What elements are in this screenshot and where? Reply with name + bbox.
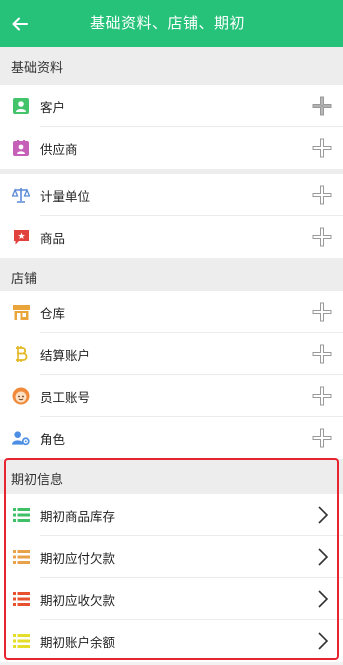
list-item-opening-payable[interactable]: 期初应付欠款 bbox=[0, 536, 343, 578]
list-item-role[interactable]: 角色 bbox=[0, 417, 343, 459]
product-tag-icon bbox=[12, 228, 30, 246]
add-plus-icon[interactable] bbox=[311, 301, 333, 323]
list-item-label: 供应商 bbox=[40, 141, 78, 157]
list-icon bbox=[12, 548, 30, 566]
list-item-employee-account[interactable]: 员工账号 bbox=[0, 375, 343, 417]
back-button[interactable] bbox=[2, 0, 38, 47]
list-item-label: 商品 bbox=[40, 230, 66, 246]
chevron-right-icon[interactable] bbox=[311, 630, 333, 652]
list-item-opening-stock[interactable]: 期初商品库存 bbox=[0, 494, 343, 536]
back-arrow-icon bbox=[12, 17, 28, 30]
add-plus-icon[interactable] bbox=[311, 184, 333, 206]
balance-scale-icon bbox=[12, 186, 30, 204]
list-item-opening-receivable[interactable]: 期初应收欠款 bbox=[0, 578, 343, 620]
list-item-settlement-account[interactable]: 结算账户 bbox=[0, 333, 343, 375]
list-item-label: 期初应收欠款 bbox=[40, 592, 116, 608]
list-item-customer[interactable]: 客户 bbox=[0, 85, 343, 127]
add-plus-icon[interactable] bbox=[311, 226, 333, 248]
list-item-label: 计量单位 bbox=[40, 188, 91, 204]
list-item-label: 角色 bbox=[40, 431, 66, 447]
list-icon bbox=[12, 590, 30, 608]
chevron-right-icon[interactable] bbox=[311, 588, 333, 610]
employee-face-icon bbox=[12, 387, 30, 405]
list-item-label: 期初账户余额 bbox=[40, 634, 116, 650]
chevron-right-icon[interactable] bbox=[311, 546, 333, 568]
add-plus-icon[interactable] bbox=[311, 343, 333, 365]
add-plus-icon[interactable] bbox=[311, 385, 333, 407]
list-item-label: 仓库 bbox=[40, 305, 66, 321]
list-item-label: 期初商品库存 bbox=[40, 508, 116, 524]
section-header-opening: 期初信息 bbox=[0, 459, 343, 497]
warehouse-icon bbox=[12, 303, 30, 321]
add-plus-icon[interactable] bbox=[311, 427, 333, 449]
list-item-warehouse[interactable]: 仓库 bbox=[0, 291, 343, 333]
list-item-opening-account-balance[interactable]: 期初账户余额 bbox=[0, 620, 343, 662]
list-item-unit[interactable]: 计量单位 bbox=[0, 174, 343, 216]
role-settings-icon bbox=[12, 429, 30, 447]
list-item-product[interactable]: 商品 bbox=[0, 216, 343, 258]
app-header: 基础资料、店铺、期初 bbox=[0, 0, 343, 47]
bitcoin-icon bbox=[12, 345, 30, 363]
chevron-right-icon[interactable] bbox=[311, 504, 333, 526]
add-plus-icon[interactable] bbox=[311, 137, 333, 159]
section-header-basic: 基础资料 bbox=[0, 47, 343, 85]
person-card-icon bbox=[12, 97, 30, 115]
list-icon bbox=[12, 632, 30, 650]
list-item-supplier[interactable]: 供应商 bbox=[0, 127, 343, 169]
list-item-label: 客户 bbox=[40, 99, 66, 115]
add-plus-icon[interactable] bbox=[311, 95, 333, 117]
list-item-label: 结算账户 bbox=[40, 347, 91, 363]
list-icon bbox=[12, 506, 30, 524]
page-title: 基础资料、店铺、期初 bbox=[90, 14, 246, 32]
list-item-label: 期初应付欠款 bbox=[40, 550, 116, 566]
list-item-label: 员工账号 bbox=[40, 389, 91, 405]
contact-card-icon bbox=[12, 139, 30, 157]
